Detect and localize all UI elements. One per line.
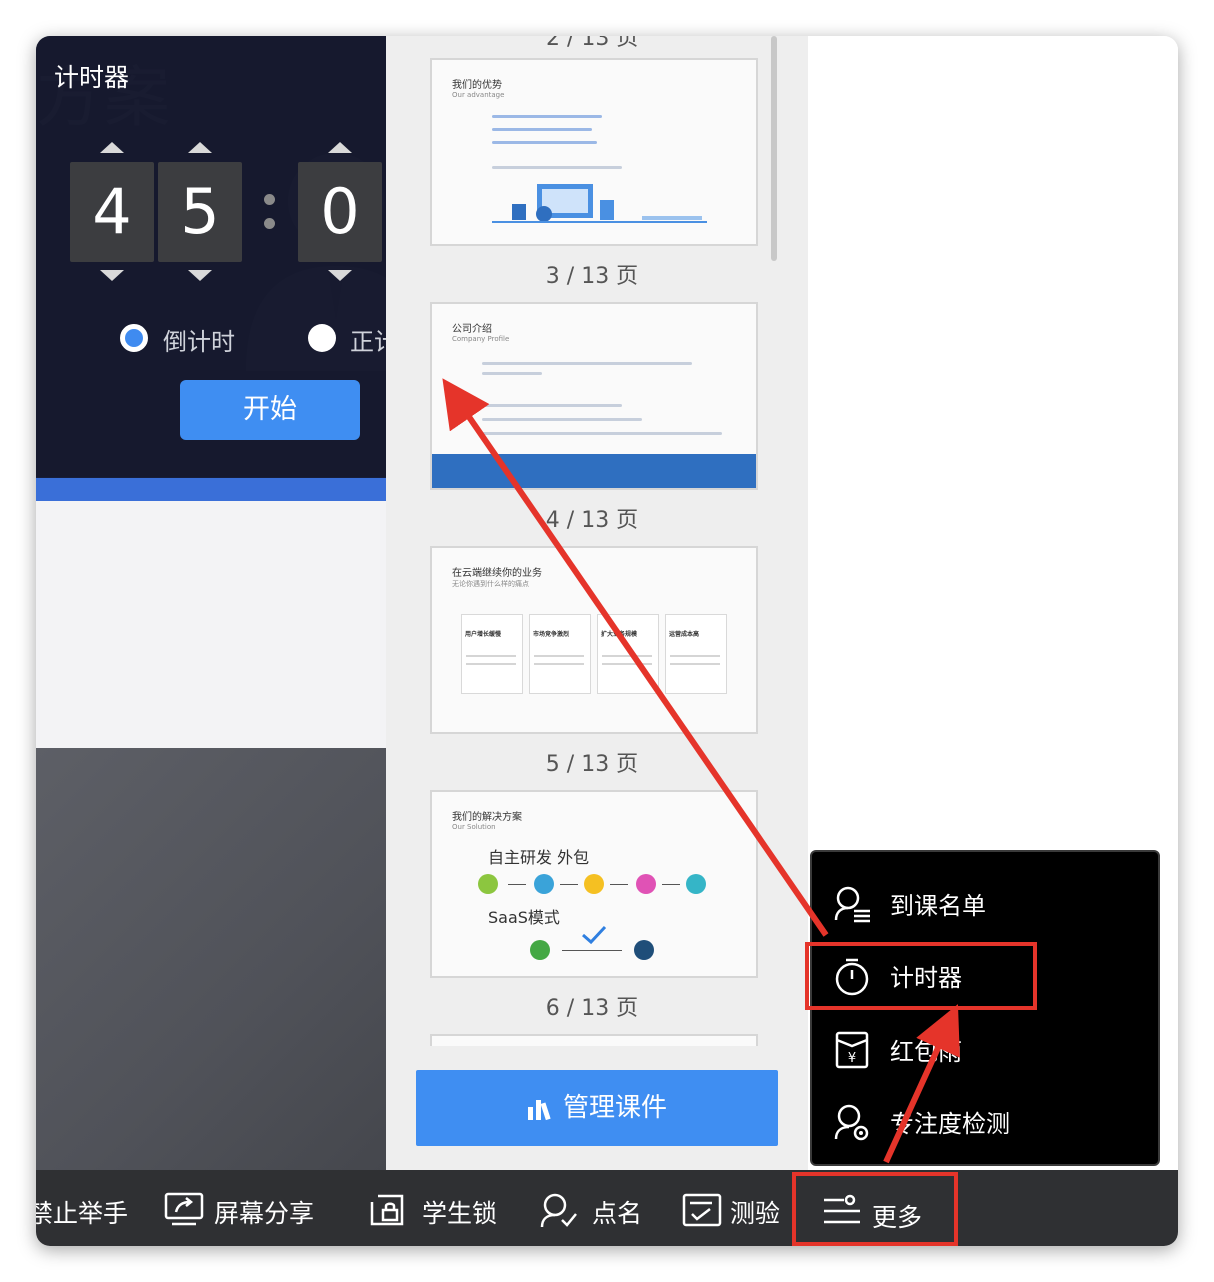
digit-3-increment-arrow[interactable] xyxy=(328,142,352,153)
slide-subtitle: Company Profile xyxy=(452,335,510,343)
page-label: 3 / 13 页 xyxy=(545,264,639,289)
slide-card: 扩大业务规模 xyxy=(597,614,659,694)
toolbar-quiz[interactable]: 测验 xyxy=(680,1170,790,1246)
manage-courseware-label[interactable]: 管理课件 xyxy=(563,1093,667,1123)
menu-item-focus-detection[interactable]: 专注度检测 xyxy=(812,1084,1158,1156)
slide-title: 我们的优势 xyxy=(452,80,502,91)
slides-scroll-area[interactable]: 2 / 13 页 我们的优势 Our advantage 3 / 13 页 公司… xyxy=(386,36,808,1046)
page-label: 5 / 13 页 xyxy=(545,752,639,777)
page-label: 4 / 13 页 xyxy=(545,508,639,533)
slide-card: 用户增长缓慢 xyxy=(461,614,523,694)
toolbar-label: 禁止举手 xyxy=(36,1199,129,1228)
office-illustration-icon xyxy=(492,184,707,223)
minutes-tens-digit: 4 xyxy=(70,162,154,262)
screen-share-icon xyxy=(164,1192,204,1226)
svg-text:¥: ¥ xyxy=(848,1051,856,1066)
toolbar-label: 测验 xyxy=(730,1199,781,1228)
slide-thumbnail-3[interactable]: 我们的优势 Our advantage xyxy=(430,58,758,246)
roll-call-icon xyxy=(540,1193,577,1228)
countdown-label[interactable]: 倒计时 xyxy=(163,322,235,357)
countup-radio[interactable] xyxy=(308,324,336,352)
slide-title: 在云端继续你的业务 xyxy=(452,568,542,579)
slide-card: 市场竞争激烈 xyxy=(529,614,591,694)
slide-title: 我们的解决方案 xyxy=(452,812,522,823)
courseware-icon xyxy=(527,1099,551,1120)
menu-item-label: 红包雨 xyxy=(890,1038,962,1066)
slide-text: 自主研发 外包 xyxy=(488,848,590,867)
digit-1-increment-arrow[interactable] xyxy=(100,142,124,153)
menu-item-label: 到课名单 xyxy=(890,892,986,920)
slides-scrollbar[interactable] xyxy=(771,36,777,261)
digit-2-decrement-arrow[interactable] xyxy=(188,270,212,281)
toolbar-roll-call[interactable]: 点名 xyxy=(538,1170,648,1246)
check-mark-icon xyxy=(582,925,607,945)
menu-item-attendance[interactable]: 到课名单 xyxy=(812,866,1158,938)
student-lock-icon xyxy=(370,1194,404,1226)
slide-card: 运营成本高 xyxy=(665,614,727,694)
digit-2-increment-arrow[interactable] xyxy=(188,142,212,153)
manage-courseware-button[interactable]: 管理课件 xyxy=(416,1070,778,1146)
time-separator xyxy=(260,182,280,242)
toolbar-label: 点名 xyxy=(592,1199,643,1228)
slide-thumbnail-6[interactable]: 我们的解决方案 Our Solution 自主研发 外包 SaaS模式 xyxy=(430,790,758,978)
toolbar-label: 屏幕分享 xyxy=(214,1199,315,1228)
slide-thumbnail-4[interactable]: 公司介绍 Company Profile xyxy=(430,302,758,490)
slide-text: SaaS模式 xyxy=(488,908,560,927)
toolbar-screen-share[interactable]: 屏幕分享 xyxy=(160,1170,330,1246)
slide-thumbnail-7[interactable] xyxy=(430,1034,758,1046)
countdown-radio[interactable] xyxy=(120,324,148,352)
slide-subtitle: 无论你遇到什么样的痛点 xyxy=(452,580,529,588)
timer-title: 计时器 xyxy=(54,63,130,92)
timer-highlight-box xyxy=(805,942,1037,1010)
digit-3-decrement-arrow[interactable] xyxy=(328,270,352,281)
minutes-ones-digit: 5 xyxy=(158,162,242,262)
attendance-list-icon xyxy=(834,886,870,923)
quiz-icon xyxy=(682,1193,722,1227)
page-label: 6 / 13 页 xyxy=(545,996,639,1021)
stage-slide-band xyxy=(36,477,386,501)
slide-thumbnail-5[interactable]: 在云端继续你的业务 无论你遇到什么样的痛点 用户增长缓慢 市场竞争激烈 扩大业务… xyxy=(430,546,758,734)
toolbar-student-lock[interactable]: 学生锁 xyxy=(364,1170,504,1246)
menu-item-red-packet[interactable]: ¥ 红包雨 xyxy=(812,1012,1158,1084)
start-button[interactable]: 开始 xyxy=(180,380,360,440)
stage-slide-body xyxy=(36,501,386,748)
red-packet-icon: ¥ xyxy=(835,1031,869,1069)
app-window: 方案 计时器 4 5 0 0 倒计时 正计时 开始 2 / 13 页 xyxy=(36,36,1178,1246)
slides-panel: 2 / 13 页 我们的优势 Our advantage 3 / 13 页 公司… xyxy=(386,36,808,1170)
slide-subtitle: Our advantage xyxy=(452,91,505,99)
digit-1-decrement-arrow[interactable] xyxy=(100,270,124,281)
more-highlight-box xyxy=(792,1172,958,1246)
slide-subtitle: Our Solution xyxy=(452,823,496,831)
page-label: 2 / 13 页 xyxy=(546,36,639,51)
stage-video-area xyxy=(36,748,386,1170)
toolbar-label: 学生锁 xyxy=(422,1199,498,1228)
focus-detection-icon xyxy=(834,1104,869,1141)
toolbar-disable-hand-raise[interactable]: 禁止举手 xyxy=(36,1170,156,1246)
bottom-toolbar: 禁止举手 屏幕分享 学生锁 点名 测验 更多 xyxy=(36,1170,1178,1246)
menu-item-label: 专注度检测 xyxy=(890,1110,1010,1138)
slide-title: 公司介绍 xyxy=(452,324,492,335)
seconds-tens-digit: 0 xyxy=(298,162,382,262)
